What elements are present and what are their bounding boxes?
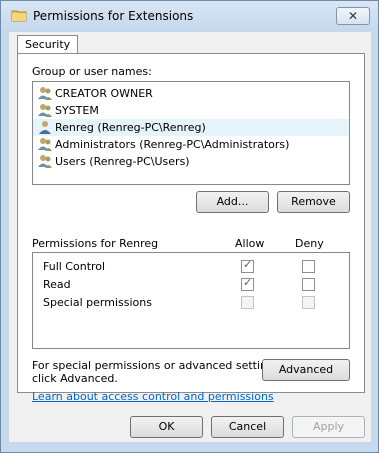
list-item-label: SYSTEM	[55, 104, 99, 117]
remove-button[interactable]: Remove	[277, 191, 350, 213]
allow-checkbox[interactable]: ✓	[241, 276, 254, 291]
list-item-creator-owner[interactable]: CREATOR OWNER	[33, 85, 349, 102]
users-group-icon	[38, 104, 52, 117]
permission-name: Special permissions	[43, 296, 152, 309]
title-bar: Permissions for Extensions ✕	[1, 1, 378, 31]
list-item-renreg[interactable]: Renreg (Renreg-PC\Renreg)	[33, 119, 349, 136]
add-button[interactable]: Add...	[196, 191, 269, 213]
permissions-label: Permissions for Renreg	[32, 237, 159, 250]
special-permissions-text: For special permissions or advanced sett…	[32, 359, 284, 372]
apply-button[interactable]: Apply	[292, 416, 365, 438]
ok-button[interactable]: OK	[130, 416, 203, 438]
folder-icon	[11, 10, 27, 22]
permission-name: Read	[43, 278, 71, 291]
users-group-icon	[38, 87, 52, 100]
users-group-icon	[38, 155, 52, 168]
security-tab-panel: Group or user names: CREATOR OWNER SYSTE	[17, 53, 365, 393]
window-title: Permissions for Extensions	[33, 9, 194, 23]
list-item-users[interactable]: Users (Renreg-PC\Users)	[33, 153, 349, 170]
check-icon: ✓	[243, 258, 253, 271]
users-group-icon	[38, 138, 52, 151]
group-user-list[interactable]: CREATOR OWNER SYSTEM Renreg (Renreg-PC\R…	[32, 81, 350, 185]
permissions-list: Full Control ✓ Read ✓ Special permission…	[32, 252, 350, 349]
close-button[interactable]: ✕	[336, 7, 370, 25]
permission-name: Full Control	[43, 260, 106, 273]
cancel-button[interactable]: Cancel	[211, 416, 284, 438]
permission-row: Full Control ✓	[33, 258, 349, 276]
check-icon: ✓	[243, 276, 253, 289]
list-item-label: Users (Renreg-PC\Users)	[55, 155, 190, 168]
access-control-help-link[interactable]: Learn about access control and permissio…	[32, 390, 274, 403]
special-permissions-text-2: click Advanced.	[32, 372, 118, 385]
list-item-label: Administrators (Renreg-PC\Administrators…	[55, 138, 290, 151]
list-item-label: CREATOR OWNER	[55, 87, 153, 100]
dialog-client-area: Security Group or user names: CREATOR OW…	[9, 32, 371, 442]
allow-checkbox	[241, 296, 254, 309]
close-icon: ✕	[347, 9, 359, 23]
permission-row: Read ✓	[33, 276, 349, 294]
allow-column-header: Allow	[235, 237, 265, 250]
permissions-dialog: Permissions for Extensions ✕ Security Gr…	[0, 0, 379, 453]
tab-security[interactable]: Security	[17, 35, 79, 54]
user-icon	[39, 121, 51, 134]
deny-checkbox[interactable]	[302, 260, 315, 273]
list-item-label: Renreg (Renreg-PC\Renreg)	[55, 121, 206, 134]
deny-checkbox	[302, 296, 315, 309]
list-item-administrators[interactable]: Administrators (Renreg-PC\Administrators…	[33, 136, 349, 153]
permission-row: Special permissions	[33, 294, 349, 312]
deny-column-header: Deny	[295, 237, 324, 250]
group-names-label: Group or user names:	[32, 65, 152, 78]
advanced-button[interactable]: Advanced	[262, 359, 350, 381]
deny-checkbox[interactable]	[302, 278, 315, 291]
list-item-system[interactable]: SYSTEM	[33, 102, 349, 119]
allow-checkbox[interactable]: ✓	[241, 258, 254, 273]
